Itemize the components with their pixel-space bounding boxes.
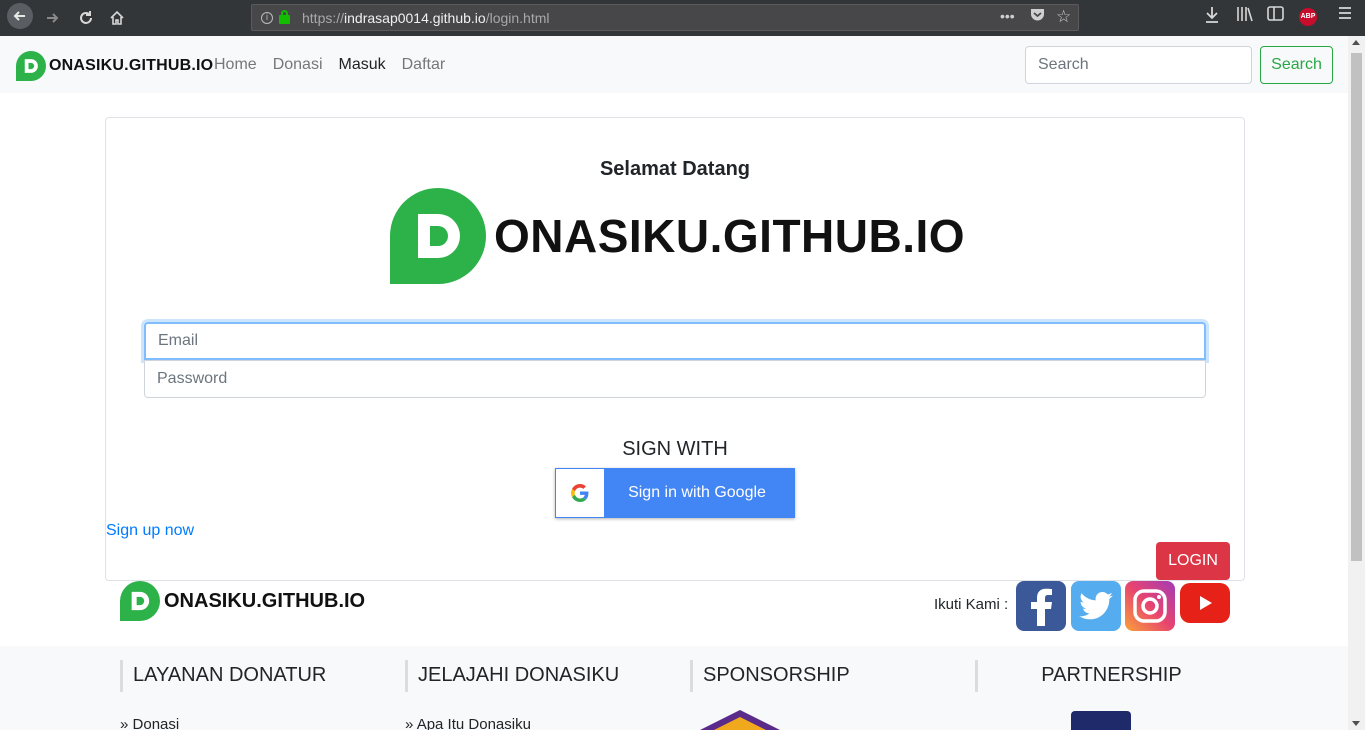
- password-field[interactable]: [144, 360, 1206, 398]
- bookmark-star-icon[interactable]: ☆: [1056, 7, 1071, 27]
- info-icon[interactable]: i: [261, 11, 273, 24]
- nav-link-home[interactable]: Home: [214, 56, 257, 74]
- sponsor-logo: [700, 710, 780, 730]
- home-icon: [110, 10, 124, 25]
- main-logo: ONASIKU.GITHUB.IO: [390, 188, 965, 284]
- arrow-right-icon: [47, 13, 59, 23]
- sign-with-label: SIGN WITH: [622, 438, 728, 460]
- twitter-icon[interactable]: [1071, 581, 1121, 631]
- login-card: Selamat Datang ONASIKU.GITHUB.IO SIGN WI…: [105, 117, 1245, 581]
- adblock-icon[interactable]: ABP: [1299, 8, 1317, 26]
- search-input[interactable]: [1025, 46, 1252, 84]
- partner-logo: [1071, 711, 1131, 730]
- site-footer: LAYANAN DONATUR JELAJAHI DONASIKU SPONSO…: [0, 646, 1348, 730]
- page-scrollbar[interactable]: [1348, 36, 1365, 730]
- follow-label: Ikuti Kami :: [934, 596, 1009, 613]
- search-button[interactable]: Search: [1260, 46, 1333, 84]
- signup-link[interactable]: Sign up now: [106, 522, 194, 540]
- main-logo-text: ONASIKU.GITHUB.IO: [494, 210, 966, 262]
- home-button[interactable]: [105, 6, 129, 30]
- footer-heading-jelajahi: JELAJAHI DONASIKU: [405, 660, 619, 692]
- login-button[interactable]: LOGIN: [1156, 542, 1230, 580]
- menu-icon[interactable]: [1338, 6, 1352, 24]
- facebook-icon[interactable]: [1016, 581, 1066, 631]
- welcome-heading: Selamat Datang: [599, 158, 751, 180]
- youtube-icon[interactable]: [1180, 583, 1230, 623]
- url-text: https://indrasap0014.github.io/login.htm…: [302, 9, 550, 26]
- scrollbar-thumb[interactable]: [1351, 53, 1362, 561]
- reload-icon: [80, 11, 92, 24]
- chevron-double-right-icon: »: [120, 716, 129, 730]
- lock-icon: [279, 10, 290, 24]
- footer-link-donasi[interactable]: » Donasi: [120, 716, 179, 730]
- footer-link-apa-itu[interactable]: » Apa Itu Donasiku: [405, 716, 531, 730]
- download-icon[interactable]: [1204, 6, 1220, 28]
- chevron-double-right-icon: »: [405, 716, 414, 730]
- address-bar[interactable]: i https://indrasap0014.github.io/login.h…: [251, 4, 1079, 31]
- library-icon[interactable]: [1236, 6, 1254, 26]
- site-navbar: ONASIKU.GITHUB.IO Home Donasi Masuk Daft…: [0, 36, 1348, 93]
- google-icon: [556, 469, 604, 517]
- instagram-icon[interactable]: [1125, 581, 1175, 631]
- forward-button[interactable]: [40, 6, 64, 30]
- donasiku-logo-icon: [16, 51, 46, 81]
- page-actions-icon[interactable]: •••: [1000, 8, 1015, 24]
- footer-heading-sponsorship: SPONSORSHIP: [690, 660, 850, 692]
- nav-links: Home Donasi Masuk Daftar: [214, 56, 445, 74]
- pocket-icon[interactable]: [1030, 8, 1045, 25]
- arrow-left-icon: [13, 11, 25, 21]
- google-signin-label: Sign in with Google: [628, 484, 766, 501]
- footer-brand-name: ONASIKU.GITHUB.IO: [164, 589, 366, 612]
- google-signin-button[interactable]: Sign in with Google: [555, 468, 795, 518]
- reload-button[interactable]: [74, 6, 98, 30]
- footer-brand[interactable]: ONASIKU.GITHUB.IO: [120, 581, 365, 621]
- brand-name: ONASIKU.GITHUB.IO: [49, 57, 214, 74]
- donasiku-logo-icon: [390, 188, 486, 284]
- footer-heading-partnership: PARTNERSHIP: [975, 660, 1245, 692]
- footer-heading-layanan-donatur: LAYANAN DONATUR: [120, 660, 326, 692]
- nav-link-donasi[interactable]: Donasi: [273, 56, 323, 74]
- nav-link-daftar[interactable]: Daftar: [402, 56, 446, 74]
- sidebar-icon[interactable]: [1267, 6, 1284, 25]
- browser-toolbar: i https://indrasap0014.github.io/login.h…: [0, 0, 1365, 36]
- nav-link-masuk[interactable]: Masuk: [339, 56, 386, 74]
- scroll-down-icon[interactable]: [1352, 721, 1360, 726]
- donasiku-logo-icon: [120, 581, 160, 621]
- email-field[interactable]: [144, 322, 1206, 360]
- scroll-up-icon[interactable]: [1352, 40, 1360, 45]
- back-button[interactable]: [7, 3, 33, 29]
- navbar-brand[interactable]: ONASIKU.GITHUB.IO: [16, 51, 213, 81]
